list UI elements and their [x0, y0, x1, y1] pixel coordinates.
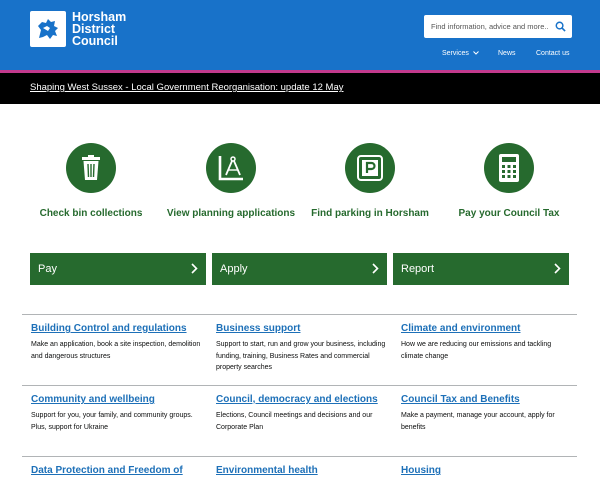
quick-link-council-tax[interactable]: Pay your Council Tax: [434, 143, 584, 220]
service-card: Council, democracy and elections Electio…: [216, 394, 386, 433]
nav-services[interactable]: Services: [442, 48, 479, 58]
site-header: Horsham District Council Services News C…: [0, 0, 600, 70]
service-card: Business support Support to start, run a…: [216, 323, 386, 374]
service-card: Environmental health: [216, 465, 386, 476]
apply-button-label: Apply: [220, 263, 248, 275]
service-link[interactable]: Climate and environment: [401, 323, 571, 334]
divider: [22, 385, 577, 386]
service-link[interactable]: Environmental health: [216, 465, 386, 476]
quick-link-label: Find parking in Horsham: [311, 208, 429, 219]
divider: [22, 314, 577, 315]
service-description: Elections, Council meetings and decision…: [216, 412, 373, 431]
logo-text: Horsham District Council: [72, 11, 126, 48]
chevron-down-icon: [472, 51, 479, 55]
service-card: Council Tax and Benefits Make a payment,…: [401, 394, 571, 433]
service-link[interactable]: Housing: [401, 465, 571, 476]
search-input[interactable]: [431, 16, 549, 37]
search-box: [424, 15, 572, 38]
divider: [22, 456, 577, 457]
chevron-right-icon: [191, 263, 198, 274]
lion-crest-icon: [30, 11, 66, 47]
nav-news[interactable]: News: [498, 48, 516, 58]
report-button[interactable]: Report: [393, 253, 569, 285]
parking-icon: [345, 143, 395, 193]
service-link[interactable]: Council Tax and Benefits: [401, 394, 571, 405]
search-button[interactable]: [552, 18, 568, 34]
service-card: Climate and environment How we are reduc…: [401, 323, 571, 362]
chevron-right-icon: [554, 263, 561, 274]
bin-icon: [66, 143, 116, 193]
service-link[interactable]: Building Control and regulations: [31, 323, 201, 334]
service-link[interactable]: Data Protection and Freedom of: [31, 465, 201, 476]
planning-compass-icon: [206, 143, 256, 193]
service-card: Community and wellbeing Support for you,…: [31, 394, 201, 433]
quick-link-parking[interactable]: Find parking in Horsham: [295, 143, 445, 220]
council-logo[interactable]: Horsham District Council: [30, 11, 126, 47]
pay-button-label: Pay: [38, 263, 57, 275]
quick-link-label: Check bin collections: [39, 208, 143, 219]
nav-news-label: News: [498, 49, 516, 57]
report-button-label: Report: [401, 263, 435, 275]
service-link[interactable]: Council, democracy and elections: [216, 394, 386, 405]
alert-banner: Shaping West Sussex - Local Government R…: [0, 73, 600, 104]
quick-link-bins[interactable]: Check bin collections: [16, 143, 166, 220]
quick-link-planning[interactable]: View planning applications: [156, 143, 306, 220]
search-icon: [555, 21, 566, 32]
chevron-right-icon: [372, 263, 379, 274]
service-description: Make an application, book a site inspect…: [31, 341, 201, 360]
service-card: Housing: [401, 465, 571, 476]
calculator-icon: [484, 143, 534, 193]
quick-link-label: View planning applications: [166, 208, 296, 219]
service-description: Support to start, run and grow your busi…: [216, 341, 386, 371]
service-link[interactable]: Business support: [216, 323, 386, 334]
service-description: How we are reducing our emissions and ta…: [401, 341, 552, 360]
banner-link[interactable]: Shaping West Sussex - Local Government R…: [30, 82, 344, 93]
quick-link-label: Pay your Council Tax: [458, 208, 560, 219]
nav-contact-label: Contact us: [536, 49, 570, 57]
service-description: Make a payment, manage your account, app…: [401, 412, 555, 431]
nav-services-label: Services: [442, 49, 469, 57]
logo-line-3: Council: [72, 34, 118, 48]
service-card: Data Protection and Freedom of: [31, 465, 201, 476]
service-card: Building Control and regulations Make an…: [31, 323, 201, 362]
service-description: Support for you, your family, and commun…: [31, 412, 193, 431]
nav-contact[interactable]: Contact us: [536, 48, 569, 58]
apply-button[interactable]: Apply: [212, 253, 387, 285]
pay-button[interactable]: Pay: [30, 253, 206, 285]
service-link[interactable]: Community and wellbeing: [31, 394, 201, 405]
